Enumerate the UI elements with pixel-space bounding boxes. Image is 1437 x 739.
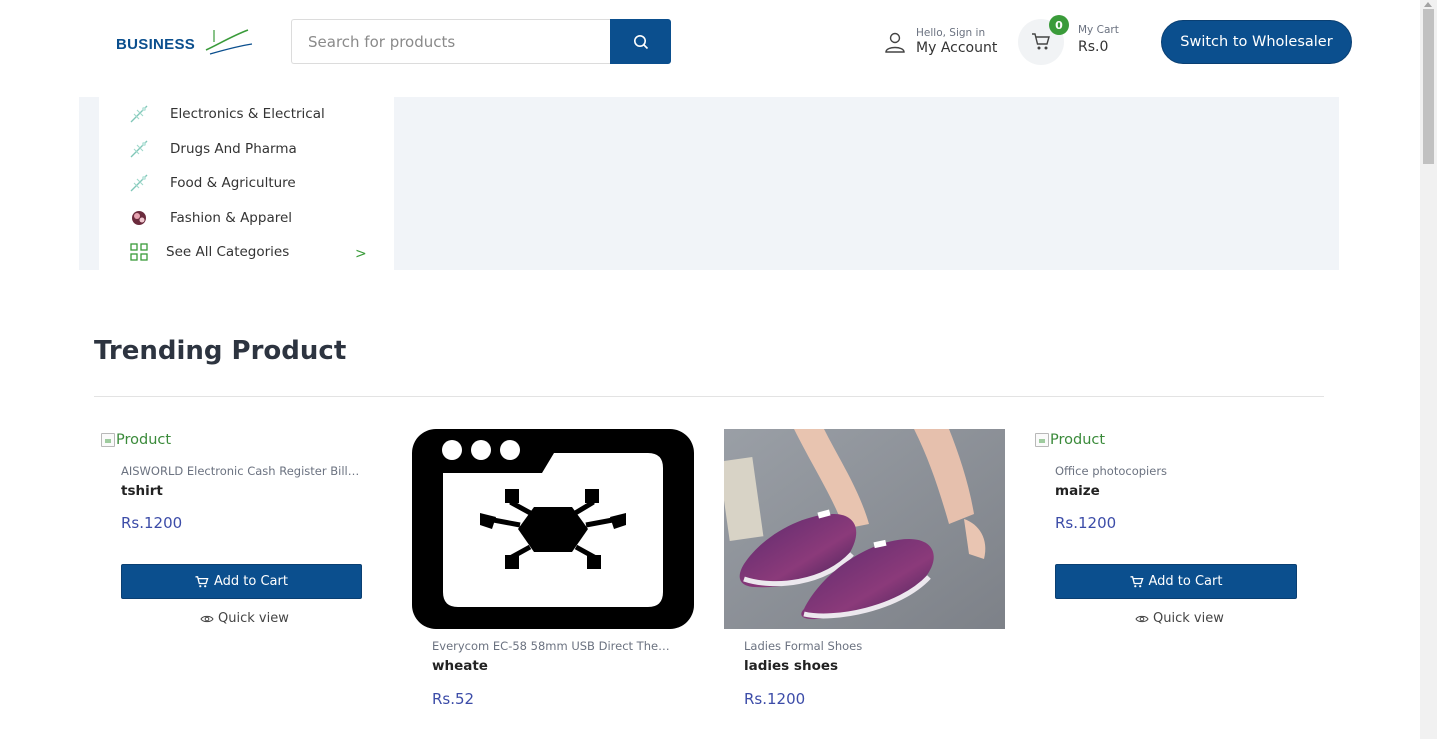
category-label: Drugs And Pharma <box>170 141 297 157</box>
add-to-cart-label: Add to Cart <box>214 574 288 589</box>
category-icon <box>129 139 149 159</box>
category-icon <box>129 173 149 193</box>
quick-view-link[interactable]: Quick view <box>200 611 289 626</box>
hero-banner <box>394 97 1339 270</box>
see-all-label: See All Categories <box>166 244 290 260</box>
product-name[interactable]: tshirt <box>121 483 163 499</box>
category-label: Food & Agriculture <box>170 175 296 191</box>
product-subtitle: Everycom EC-58 58mm USB Direct Thermal P… <box>432 639 672 653</box>
product-subtitle: AISWORLD Electronic Cash Register Billin… <box>121 464 361 478</box>
chevron-right-icon: > <box>355 246 367 262</box>
category-item-fashion[interactable]: Fashion & Apparel <box>129 204 292 232</box>
cart-icon <box>1032 33 1050 50</box>
product-name[interactable]: maize <box>1055 483 1100 499</box>
broken-image-icon <box>1035 433 1049 447</box>
product-price: Rs.1200 <box>744 690 806 708</box>
category-item-drugs[interactable]: Drugs And Pharma <box>129 135 297 163</box>
cart-label: My Cart <box>1078 24 1119 36</box>
cart-icon <box>195 575 209 587</box>
grid-icon <box>129 242 149 262</box>
eye-icon <box>200 615 214 622</box>
quick-view-link[interactable]: Quick view <box>1135 611 1224 626</box>
see-all-categories-link[interactable]: See All Categories <box>129 238 289 266</box>
section-divider <box>94 396 1324 397</box>
cart-count-badge: 0 <box>1049 15 1069 35</box>
category-strip <box>79 97 99 270</box>
site-logo[interactable]: BUSINESS <box>114 24 254 60</box>
fashion-icon <box>129 208 149 228</box>
cart-icon <box>1130 575 1143 587</box>
product-name[interactable]: ladies shoes <box>744 658 838 674</box>
broken-image-icon <box>101 433 115 447</box>
product-price: Rs.1200 <box>121 514 183 532</box>
product-image-alt: Product <box>1050 432 1106 448</box>
search-bar <box>291 19 671 64</box>
add-to-cart-label: Add to Cart <box>1148 574 1223 589</box>
account-label: My Account <box>916 39 998 56</box>
user-icon <box>885 32 905 53</box>
category-label: Fashion & Apparel <box>170 210 293 226</box>
cart-link[interactable]: 0 My Cart Rs.0 <box>1018 15 1138 65</box>
search-icon <box>633 34 648 49</box>
quick-view-label: Quick view <box>218 611 289 626</box>
bug-window-icon <box>412 429 694 629</box>
product-name[interactable]: wheate <box>432 658 488 674</box>
category-icon <box>129 104 149 124</box>
quick-view-label: Quick view <box>1153 611 1224 626</box>
product-image-broken[interactable]: Product <box>101 432 171 448</box>
product-price: Rs.1200 <box>1055 514 1117 532</box>
eye-icon <box>1135 615 1149 622</box>
logo-text: BUSINESS <box>116 36 196 53</box>
page-scrollbar[interactable] <box>1420 0 1437 739</box>
product-price: Rs.52 <box>432 690 475 708</box>
search-button[interactable] <box>610 19 671 64</box>
section-title: Trending Product <box>94 336 347 366</box>
search-input[interactable] <box>291 19 611 64</box>
product-image[interactable] <box>724 429 1005 629</box>
switch-to-wholesaler-button[interactable]: Switch to Wholesaler <box>1161 20 1352 64</box>
product-image-alt: Product <box>116 432 172 448</box>
category-label: Electronics & Electrical <box>170 106 325 122</box>
product-subtitle: Office photocopiers <box>1055 464 1168 478</box>
cart-total: Rs.0 <box>1078 38 1109 55</box>
account-link[interactable]: Hello, Sign in My Account <box>884 22 997 62</box>
category-item-electronics[interactable]: Electronics & Electrical <box>129 100 325 128</box>
category-item-food[interactable]: Food & Agriculture <box>129 169 296 197</box>
scrollbar-thumb[interactable] <box>1423 9 1434 164</box>
add-to-cart-button[interactable]: Add to Cart <box>121 564 362 599</box>
shoes-photo-icon <box>724 429 1005 629</box>
scroll-up-arrow-icon[interactable] <box>1424 2 1432 7</box>
product-image-broken[interactable]: Product <box>1035 432 1105 448</box>
product-subtitle: Ladies Formal Shoes <box>744 639 863 653</box>
product-image[interactable] <box>412 429 694 629</box>
add-to-cart-button[interactable]: Add to Cart <box>1055 564 1297 599</box>
account-greeting: Hello, Sign in <box>916 27 986 40</box>
